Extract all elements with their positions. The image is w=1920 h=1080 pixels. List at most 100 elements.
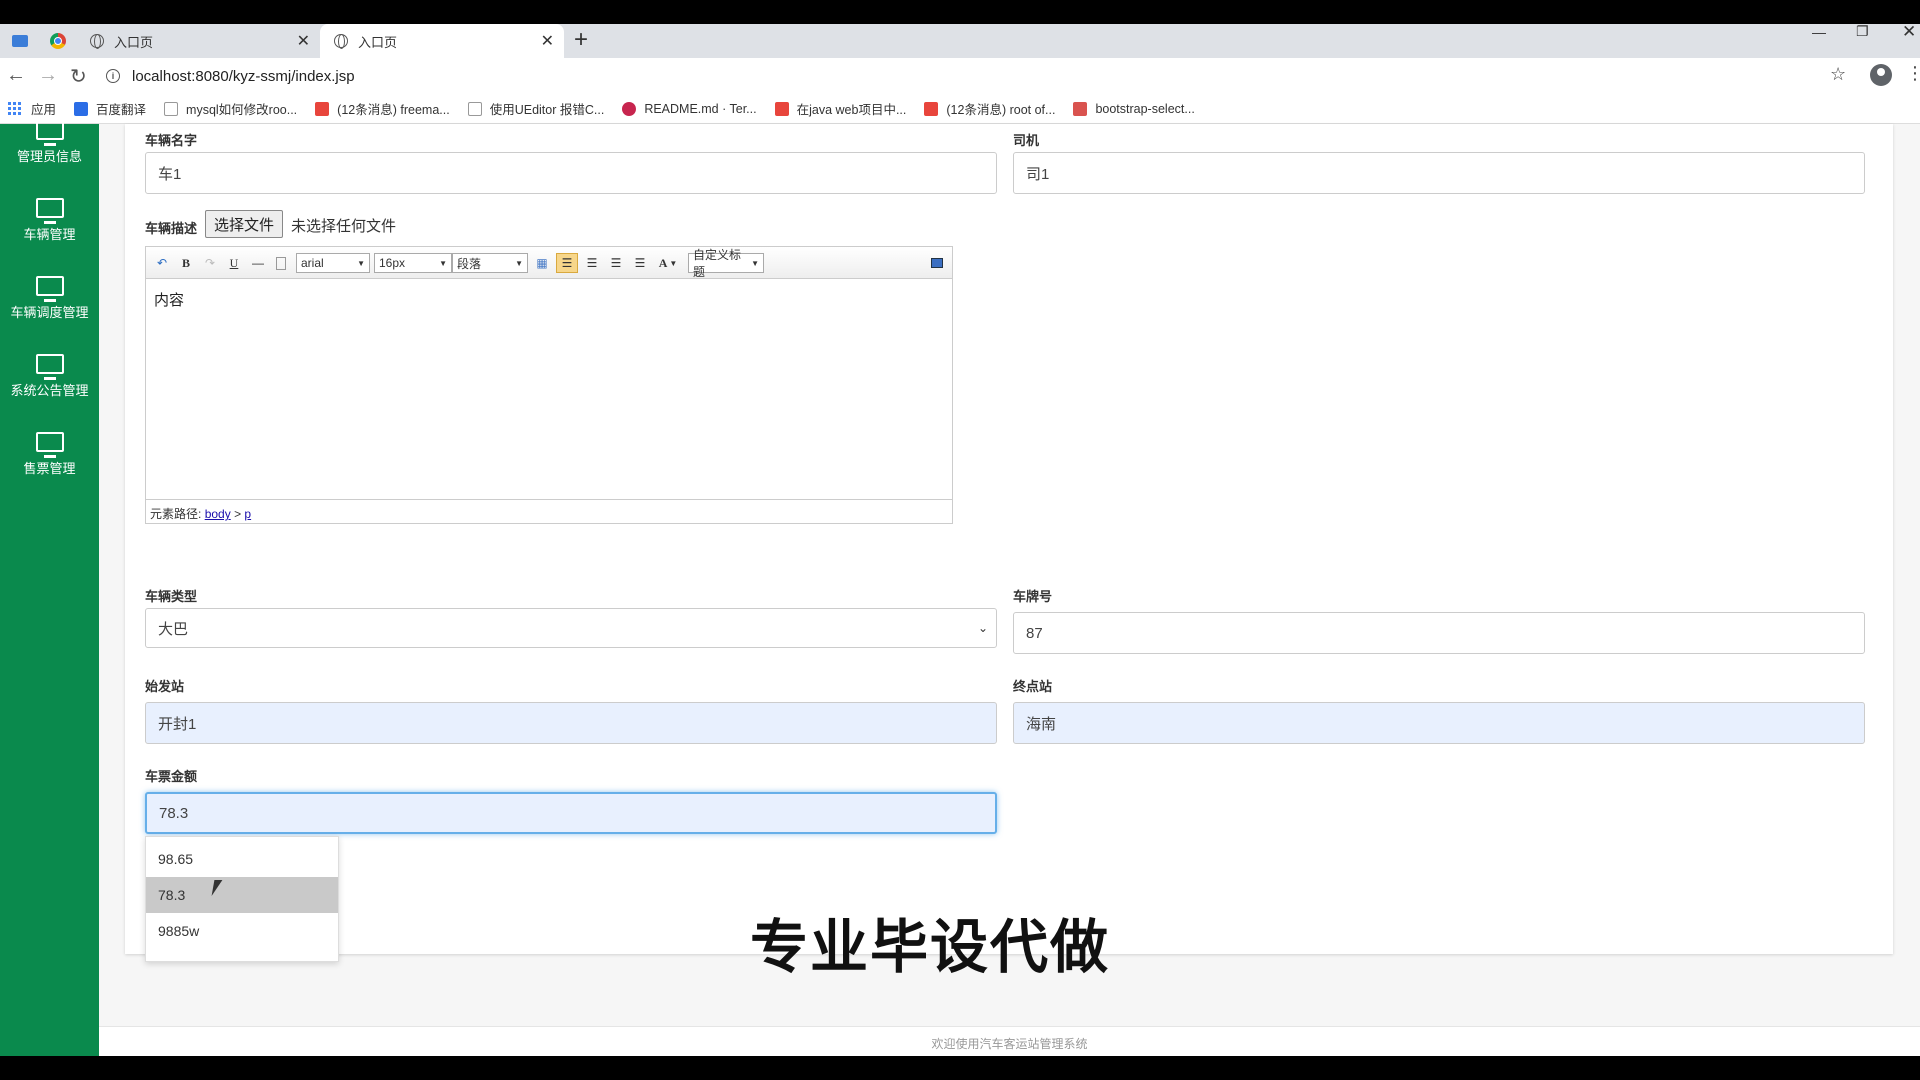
bookmark-apps[interactable]: 应用	[8, 99, 56, 118]
window-close-icon[interactable]: ✕	[1902, 24, 1916, 42]
bookmark-label: 百度翻译	[96, 103, 147, 117]
align-center-icon[interactable]: ☰	[608, 253, 624, 273]
page-icon[interactable]	[274, 253, 288, 273]
chrome-icon[interactable]	[44, 24, 72, 58]
restore-icon[interactable]: ❐	[1856, 24, 1869, 40]
horizontal-rule-icon[interactable]: —	[250, 253, 266, 273]
sidebar-item-label: 车辆管理	[23, 227, 76, 242]
driver-label: 司机	[1013, 133, 1040, 148]
new-tab-button[interactable]: +	[574, 26, 588, 54]
vehicle-form-card: 车辆名字 车1 司机 司1 车辆描述 选择文件 未选择任何文件 ↶ B ↷ U …	[125, 124, 1893, 954]
underline-icon[interactable]: U	[226, 253, 242, 273]
font-family-select[interactable]: arial ▼	[296, 253, 370, 273]
tab-title: 入口页	[358, 34, 398, 50]
sidebar-item-vehicle[interactable]: 车辆管理	[0, 198, 99, 243]
table-icon[interactable]: ▦	[534, 253, 550, 273]
autocomplete-option[interactable]: 98.65	[146, 841, 338, 877]
page-icon	[467, 101, 482, 116]
omnibox[interactable]: i localhost:8080/kyz-ssmj/index.jsp	[106, 62, 1826, 90]
driver-input[interactable]: 司1	[1013, 152, 1865, 194]
undo-icon[interactable]: ↶	[154, 253, 170, 273]
bookmark-item[interactable]: bootstrap-select...	[1073, 101, 1195, 116]
file-status: 未选择任何文件	[291, 218, 397, 235]
close-icon[interactable]: ✕	[297, 31, 310, 51]
bookmark-item[interactable]: 在java web项目中...	[774, 99, 907, 118]
sidebar-item-ticket[interactable]: 售票管理	[0, 432, 99, 477]
font-color-icon[interactable]: A ▼	[656, 253, 680, 273]
end-station-input[interactable]: 海南	[1013, 702, 1865, 744]
jianshu-icon	[1073, 101, 1088, 116]
autocomplete-option[interactable]: 78.3	[146, 877, 338, 913]
vehicle-type-select[interactable]: 大巴 ⌄	[145, 608, 997, 648]
vehicle-name-input[interactable]: 车1	[145, 152, 997, 194]
sidebar-item-notice[interactable]: 系统公告管理	[0, 354, 99, 399]
bookmark-item[interactable]: 使用UEditor 报错C...	[467, 99, 604, 118]
bookmark-star-icon[interactable]: ☆	[1830, 64, 1846, 85]
watermark-text: 专业毕设代做	[750, 913, 1111, 981]
info-icon[interactable]: i	[106, 69, 120, 83]
chevron-down-icon: ▼	[357, 258, 365, 268]
sidebar-item-label: 车辆调度管理	[10, 305, 89, 320]
mail-icon[interactable]	[6, 24, 34, 58]
account-icon[interactable]	[1870, 64, 1892, 86]
url-text: localhost:8080/kyz-ssmj/index.jsp	[132, 67, 355, 85]
path-separator: >	[234, 507, 242, 521]
custom-title-select[interactable]: 自定义标题 ▼	[688, 248, 764, 279]
sidebar: 管理员信息 车辆管理 车辆调度管理 系统公告管理 售票管理	[0, 120, 99, 1056]
bold-icon[interactable]: B	[178, 253, 194, 273]
tab-2[interactable]: 入口页 ✕	[320, 24, 564, 58]
bookmark-label: 在java web项目中...	[796, 103, 907, 117]
close-icon[interactable]: ✕	[541, 31, 554, 51]
size-value: 16px	[379, 256, 406, 270]
vehicle-type-value: 大巴	[158, 620, 189, 638]
tab-1[interactable]: 入口页 ✕	[76, 24, 320, 58]
more-menu-icon[interactable]: ⋮	[1906, 63, 1920, 84]
redo-icon[interactable]: ↷	[202, 253, 218, 273]
path-body-link[interactable]: body	[205, 507, 231, 521]
forward-icon[interactable]: →	[38, 64, 58, 87]
start-station-input[interactable]: 开封1	[145, 702, 997, 744]
bookmark-label: (12条消息) root of...	[946, 103, 1056, 117]
bookmark-item[interactable]: (12条消息) freema...	[315, 99, 450, 118]
justify-icon[interactable]: ☰	[632, 253, 648, 273]
tab-title: 入口页	[114, 34, 154, 50]
choose-file-button[interactable]: 选择文件	[205, 210, 284, 238]
font-size-select[interactable]: 16px ▼	[374, 253, 452, 273]
monitor-icon	[35, 432, 64, 458]
sidebar-item-label: 系统公告管理	[10, 383, 89, 398]
bookmark-item[interactable]: 百度翻译	[74, 99, 146, 118]
screen: 入口页 ✕ 入口页 ✕ + — ❐ ✕ ← → ↻ i localhost:80…	[0, 24, 1920, 1056]
sidebar-item-admin-info[interactable]: 管理员信息	[0, 120, 99, 165]
monitor-icon	[35, 354, 64, 380]
csdn-icon	[774, 101, 789, 116]
back-icon[interactable]: ←	[6, 64, 26, 87]
paragraph-value: 段落	[457, 256, 482, 271]
paragraph-select[interactable]: 段落 ▼	[452, 253, 528, 273]
align-left-icon[interactable]: ☰	[556, 253, 578, 273]
bookmark-label: (12条消息) freema...	[337, 103, 450, 117]
align-right-icon[interactable]: ☰	[584, 253, 600, 273]
ticket-price-input[interactable]: 78.3	[145, 792, 997, 834]
address-bar: ← → ↻ i localhost:8080/kyz-ssmj/index.js…	[0, 58, 1920, 94]
minimize-icon[interactable]: —	[1812, 24, 1826, 40]
bookmark-item[interactable]: README.md · Ter...	[622, 101, 757, 116]
sidebar-item-label: 售票管理	[23, 461, 76, 476]
bookmark-item[interactable]: mysql如何修改roo...	[164, 99, 297, 118]
rich-text-editor: ↶ B ↷ U — arial ▼ 16px ▼ 段落 ▼ ▦ ☰ ☰ ☰ ☰ A ▼…	[145, 246, 953, 524]
autocomplete-dropdown: 98.65 78.3 9885w	[145, 836, 339, 962]
sidebar-item-dispatch[interactable]: 车辆调度管理	[0, 276, 99, 321]
monitor-icon	[35, 276, 64, 302]
preview-icon[interactable]	[930, 253, 944, 273]
autocomplete-option[interactable]: 9885w	[146, 913, 338, 949]
bookmark-item[interactable]: (12条消息) root of...	[924, 99, 1055, 118]
chevron-down-icon: ▼	[515, 258, 523, 268]
bookmark-label: mysql如何修改roo...	[186, 103, 298, 117]
vehicle-type-label: 车辆类型	[145, 589, 198, 604]
bookmark-label: 应用	[31, 103, 57, 117]
bookmark-label: bootstrap-select...	[1095, 101, 1195, 116]
editor-content[interactable]: 内容	[154, 289, 184, 310]
path-p-link[interactable]: p	[244, 507, 251, 521]
footer: 欢迎使用汽车客运站管理系统	[99, 1026, 1920, 1056]
plate-input[interactable]: 87	[1013, 612, 1865, 654]
reload-icon[interactable]: ↻	[70, 64, 87, 89]
